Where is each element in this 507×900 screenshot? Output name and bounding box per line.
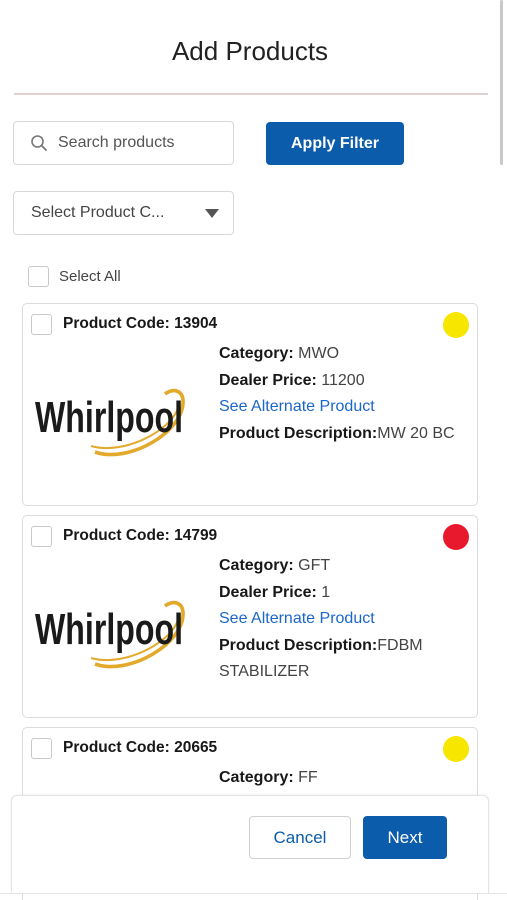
select-all-label: Select All [59, 268, 121, 285]
cancel-button[interactable]: Cancel [249, 816, 351, 859]
search-field[interactable] [13, 121, 234, 165]
category-label: Category: [219, 769, 294, 786]
chevron-down-icon [205, 208, 219, 218]
search-icon [30, 134, 48, 152]
footer-bar: Cancel Next [11, 795, 489, 893]
product-category-select-value: Select Product C... [31, 204, 165, 221]
select-all[interactable]: Select All [28, 266, 121, 287]
apply-filter-button[interactable]: Apply Filter [266, 122, 404, 165]
whirlpool-logo: Whirlpool [35, 600, 185, 669]
status-indicator [443, 524, 469, 550]
dealer-price-value: 1 [316, 583, 331, 601]
page-title: Add Products [171, 36, 329, 66]
product-card: Product Code: 13904 Whirlpool Category: … [22, 303, 478, 506]
product-checkbox[interactable] [31, 738, 52, 759]
product-code: Product Code: 14799 [63, 527, 218, 544]
category-value: FF [293, 769, 318, 786]
see-alternate-product-link[interactable]: See Alternate Product [219, 394, 464, 421]
product-checkbox[interactable] [31, 526, 52, 547]
product-description-value: MW 20 BC [377, 424, 455, 442]
product-code: Product Code: 20665 [63, 739, 218, 756]
scrollbar-thumb[interactable] [500, 0, 503, 165]
search-input[interactable] [58, 134, 194, 152]
product-description-label: Product Description: [219, 636, 378, 654]
category-label: Category: [219, 345, 294, 362]
svg-text:Whirlpool: Whirlpool [35, 393, 183, 442]
product-card: Product Code: 14799 Whirlpool Category: … [22, 515, 478, 718]
next-button[interactable]: Next [363, 816, 447, 859]
svg-text:Whirlpool: Whirlpool [35, 605, 183, 654]
product-description-label: Product Description: [219, 424, 378, 442]
product-code: Product Code: 13904 [63, 315, 218, 332]
see-alternate-product-link[interactable]: See Alternate Product [219, 606, 464, 633]
category-label: Category: [219, 557, 294, 574]
dealer-price-label: Dealer Price: [219, 371, 317, 389]
product-checkbox[interactable] [31, 314, 52, 335]
status-indicator [443, 312, 469, 338]
title-divider [14, 93, 488, 95]
dealer-price-label: Dealer Price: [219, 583, 317, 601]
select-all-checkbox[interactable] [28, 266, 49, 287]
product-category-select[interactable]: Select Product C... [13, 191, 234, 235]
bottom-divider [0, 893, 507, 894]
category-value: GFT [293, 557, 331, 574]
whirlpool-logo: Whirlpool [35, 388, 185, 457]
category-value: MWO [293, 345, 340, 362]
status-indicator [443, 736, 469, 762]
dealer-price-value: 11200 [316, 371, 365, 389]
